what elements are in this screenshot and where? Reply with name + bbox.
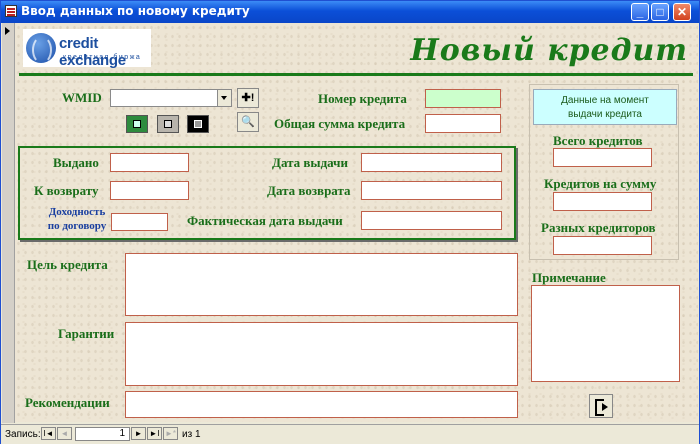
credit-number-field[interactable]: [425, 89, 501, 108]
to-return-label: К возврату: [34, 183, 99, 198]
form-window: Ввод данных по новому кредиту _ □ ✕ cred…: [0, 0, 700, 444]
prev-record-button[interactable]: ◄: [57, 427, 72, 440]
note-field[interactable]: [531, 285, 680, 382]
snapshot-info-box: Данные на момент выдачи кредита: [533, 89, 677, 125]
square-icon: [164, 120, 172, 128]
note-label: Примечание: [532, 270, 606, 285]
different-creditors-label: Разных кредиторов: [541, 220, 656, 235]
snapshot-line1: Данные на момент: [561, 95, 649, 106]
record-navigation-bar: Запись: I◄ ◄ 1 ► ►I ►* из 1: [1, 424, 699, 444]
next-record-button[interactable]: ►: [131, 427, 146, 440]
form-body: credit exchange кредитная биржа Новый кр…: [15, 23, 698, 422]
different-creditors-field[interactable]: [553, 236, 652, 255]
wmid-label: WMID: [62, 90, 102, 105]
purpose-label: Цель кредита: [27, 257, 108, 272]
issued-field[interactable]: [110, 153, 189, 172]
chevron-down-icon[interactable]: [217, 90, 231, 106]
yield-label-line1: Доходность: [48, 206, 106, 218]
yield-label-line2: по договору: [47, 220, 107, 232]
yield-field[interactable]: [111, 213, 168, 231]
to-return-field[interactable]: [110, 181, 189, 200]
first-record-button[interactable]: I◄: [41, 427, 56, 440]
close-button[interactable]: ✕: [673, 3, 691, 21]
total-sum-field[interactable]: [425, 114, 501, 133]
square-icon: [133, 120, 141, 128]
logo-subtitle: кредитная биржа: [63, 54, 142, 61]
last-record-button[interactable]: ►I: [147, 427, 162, 440]
actual-issue-date-field[interactable]: [361, 211, 502, 230]
recommendations-field[interactable]: [125, 391, 518, 418]
exit-door-icon[interactable]: [589, 394, 613, 418]
form-app-icon: [5, 5, 17, 17]
issue-date-field[interactable]: [361, 153, 502, 172]
form-title: Новый кредит: [410, 33, 688, 68]
logo-brand: credit exchange: [59, 35, 126, 69]
guarantees-label: Гарантии: [58, 326, 115, 341]
credits-for-sum-field[interactable]: [553, 192, 652, 211]
current-record-field[interactable]: 1: [75, 427, 130, 441]
credit-exchange-logo: credit exchange кредитная биржа: [23, 29, 151, 69]
wmid-action-button[interactable]: ✚!: [237, 88, 259, 108]
snapshot-line2: выдачи кредита: [568, 109, 642, 120]
new-record-button[interactable]: ►*: [163, 427, 178, 440]
gray-square-button[interactable]: [157, 115, 179, 133]
globe-icon: [26, 33, 56, 64]
total-credits-field[interactable]: [553, 148, 652, 167]
record-arrow-icon: [5, 27, 10, 35]
issue-date-label: Дата выдачи: [272, 155, 348, 170]
record-selector[interactable]: [2, 23, 15, 423]
return-date-label: Дата возврата: [267, 183, 351, 198]
recommendations-label: Рекомендации: [25, 395, 110, 410]
preview-button[interactable]: 🔍: [237, 112, 259, 132]
green-square-button[interactable]: [126, 115, 148, 133]
title-bar: Ввод данных по новому кредиту _ □ ✕: [1, 1, 699, 23]
window-title: Ввод данных по новому кредиту: [21, 4, 250, 18]
actual-issue-date-label: Фактическая дата выдачи: [187, 213, 343, 228]
credit-number-label: Номер кредита: [318, 91, 407, 106]
black-square-button[interactable]: [187, 115, 209, 133]
total-credits-label: Всего кредитов: [553, 133, 643, 148]
credits-for-sum-label: Кредитов на сумму: [544, 176, 657, 191]
minimize-button[interactable]: _: [631, 3, 649, 21]
guarantees-field[interactable]: [125, 322, 518, 386]
purpose-field[interactable]: [125, 253, 518, 316]
maximize-button[interactable]: □: [651, 3, 669, 21]
record-label: Запись:: [5, 429, 41, 440]
total-sum-label: Общая сумма кредита: [274, 116, 406, 131]
issued-label: Выдано: [53, 155, 99, 170]
square-icon: [194, 120, 202, 128]
yield-label: Доходность по договору: [42, 205, 112, 233]
wmid-combo[interactable]: [110, 89, 232, 107]
title-divider: [19, 73, 693, 76]
record-count: из 1: [182, 429, 201, 440]
return-date-field[interactable]: [361, 181, 502, 200]
